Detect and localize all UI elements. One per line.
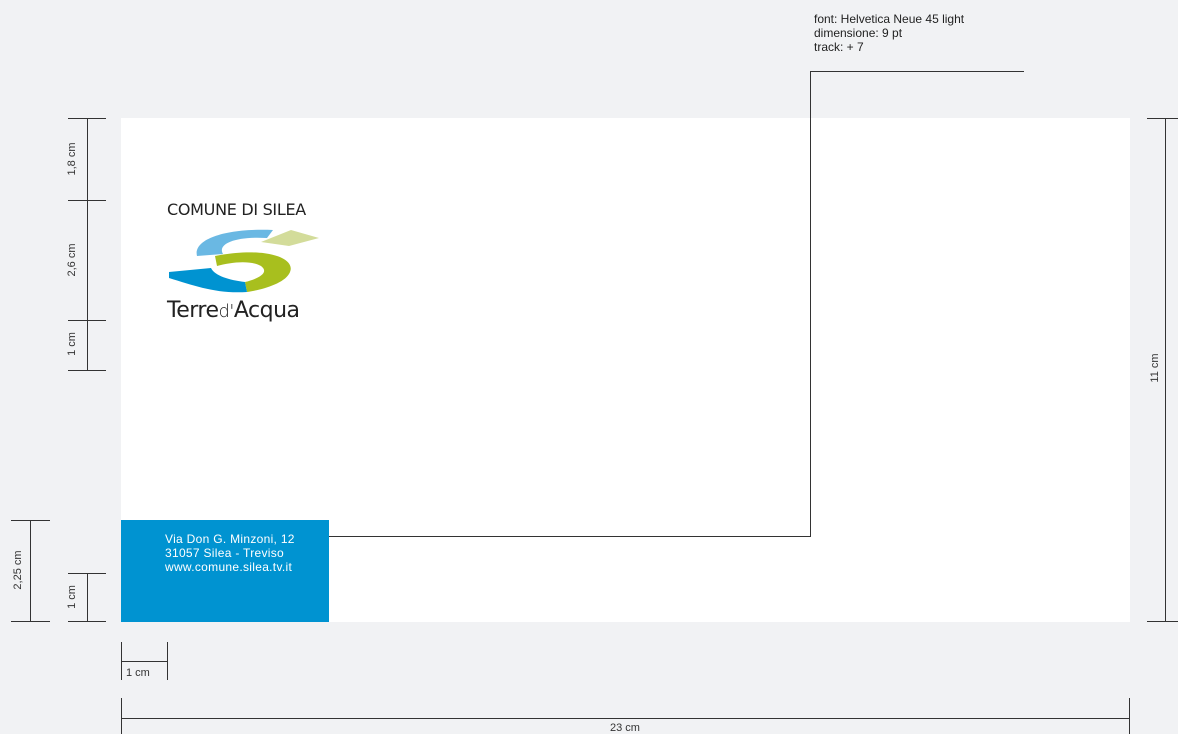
dim-total-width-label: 23 cm [610, 722, 640, 734]
dim-footer-height-label: 2,25 cm [12, 550, 24, 590]
dimension-lines [11, 71, 1178, 734]
dim-logo-height-label: 2,6 cm [66, 243, 78, 277]
dim-footer-bottom-label: 1 cm [66, 585, 78, 609]
dim-total-height-label: 11 cm [1149, 353, 1161, 383]
dim-left-margin-label: 1 cm [126, 667, 150, 679]
dim-top-margin-label: 1,8 cm [66, 142, 78, 176]
dim-logo-gap-label: 1 cm [66, 332, 78, 356]
